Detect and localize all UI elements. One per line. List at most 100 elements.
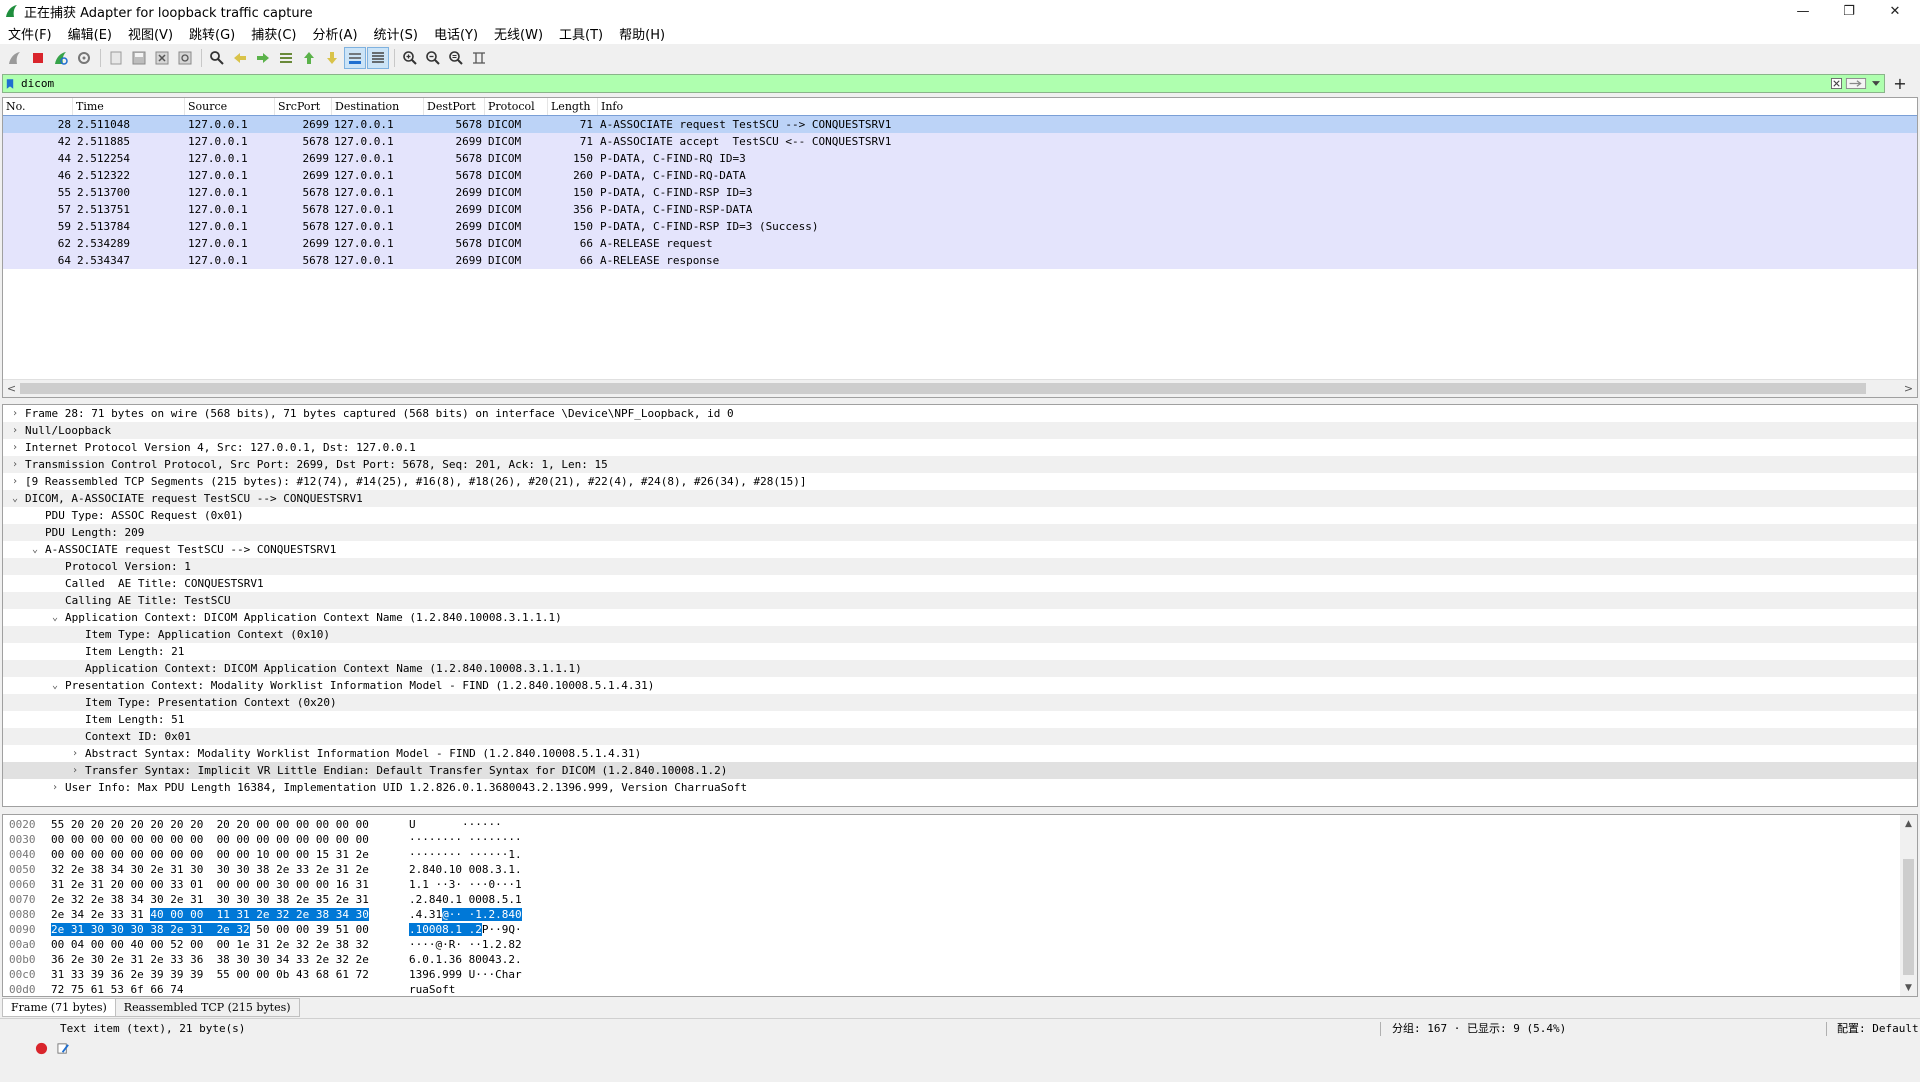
table-row[interactable]: 46 2.512322 127.0.0.1 2699 127.0.0.1 5678 DICO… (3, 167, 1917, 184)
expand-chevron-down-icon[interactable]: ⌄ (49, 609, 61, 626)
hex-bytes[interactable]: 31 2e 31 20 00 00 33 01 00 00 00 30 00 0… (51, 877, 369, 892)
close-button[interactable]: ✕ (1872, 0, 1918, 22)
auto-scroll-button[interactable] (344, 47, 366, 69)
go-back-button[interactable] (229, 47, 251, 69)
ascii-bytes[interactable]: .10008.1 .2P··9Q· (409, 922, 522, 937)
ascii-bytes[interactable]: ruaSoft (409, 982, 455, 996)
resize-columns-button[interactable] (468, 47, 490, 69)
detail-item[interactable]: › Null/Loopback (3, 422, 1917, 439)
menu-edit[interactable]: 编辑(E) (60, 24, 120, 43)
go-forward-button[interactable] (252, 47, 274, 69)
first-packet-button[interactable] (298, 47, 320, 69)
reload-file-button[interactable] (174, 47, 196, 69)
expand-chevron-right-icon[interactable]: › (49, 779, 61, 796)
menu-go[interactable]: 跳转(G) (181, 24, 243, 43)
table-row[interactable]: 62 2.534289 127.0.0.1 2699 127.0.0.1 5678 DICO… (3, 235, 1917, 252)
detail-item[interactable]: › User Info: Max PDU Length 16384, Implem… (3, 779, 1917, 796)
expand-chevron-down-icon[interactable]: ⌄ (9, 490, 21, 507)
detail-item[interactable]: Context ID: 0x01 (3, 728, 1917, 745)
ascii-bytes[interactable]: 1396.999 U···Char (409, 967, 522, 982)
restart-capture-button[interactable] (50, 47, 72, 69)
scroll-right-arrow-icon[interactable]: > (1900, 380, 1917, 397)
bytes-row[interactable]: 00c0 31 33 39 36 2e 39 39 39 55 00 00 0b … (3, 967, 1893, 982)
detail-item[interactable]: Calling AE Title: TestSCU (3, 592, 1917, 609)
display-filter-input[interactable] (17, 75, 1828, 92)
hex-bytes[interactable]: 00 00 00 00 00 00 00 00 00 00 10 00 00 1… (51, 847, 369, 862)
ascii-bytes[interactable]: 1.1 ··3· ···0···1 (409, 877, 522, 892)
table-row[interactable]: 64 2.534347 127.0.0.1 5678 127.0.0.1 2699 DICO… (3, 252, 1917, 269)
expand-chevron-right-icon[interactable]: › (69, 745, 81, 762)
menu-telephony[interactable]: 电话(Y) (426, 24, 486, 43)
table-row[interactable]: 59 2.513784 127.0.0.1 5678 127.0.0.1 2699 DICO… (3, 218, 1917, 235)
hex-bytes[interactable]: 2e 34 2e 33 31 40 00 00 11 31 2e 32 2e 3… (51, 907, 369, 922)
bytes-row[interactable]: 0060 31 2e 31 20 00 00 33 01 00 00 00 30 … (3, 877, 1893, 892)
open-file-button[interactable] (105, 47, 127, 69)
packet-list-scrollbar[interactable]: < > (3, 379, 1917, 397)
detail-item[interactable]: PDU Length: 209 (3, 524, 1917, 541)
minimize-button[interactable]: — (1780, 0, 1826, 22)
bytes-row[interactable]: 0070 2e 32 2e 38 34 30 2e 31 30 30 30 38 … (3, 892, 1893, 907)
detail-item[interactable]: › Internet Protocol Version 4, Src: 127.0… (3, 439, 1917, 456)
detail-item[interactable]: › Frame 28: 71 bytes on wire (568 bits), … (3, 405, 1917, 422)
detail-item[interactable]: Protocol Version: 1 (3, 558, 1917, 575)
detail-item[interactable]: Item Length: 51 (3, 711, 1917, 728)
bytes-row[interactable]: 0080 2e 34 2e 33 31 40 00 00 11 31 2e 32 … (3, 907, 1893, 922)
bytes-row[interactable]: 0020 55 20 20 20 20 20 20 20 20 20 00 00 … (3, 817, 1893, 832)
hex-bytes[interactable]: 36 2e 30 2e 31 2e 33 36 38 30 30 34 33 2… (51, 952, 369, 967)
scrollbar-thumb[interactable] (1903, 859, 1914, 975)
column-header-protocol[interactable]: Protocol (485, 98, 548, 115)
ascii-bytes[interactable]: ········ ······1. (409, 847, 522, 862)
detail-item[interactable]: › Abstract Syntax: Modality Worklist Info… (3, 745, 1917, 762)
scroll-left-arrow-icon[interactable]: < (3, 380, 20, 397)
expand-chevron-right-icon[interactable]: › (9, 456, 21, 473)
column-header-srcport[interactable]: SrcPort (275, 98, 332, 115)
clear-filter-icon[interactable] (1828, 76, 1844, 91)
expand-chevron-down-icon[interactable]: ⌄ (29, 541, 41, 558)
ascii-bytes[interactable]: ········ ········ (409, 832, 522, 847)
menu-help[interactable]: 帮助(H) (611, 24, 673, 43)
detail-item[interactable]: › [9 Reassembled TCP Segments (215 bytes)… (3, 473, 1917, 490)
table-row[interactable]: 44 2.512254 127.0.0.1 2699 127.0.0.1 5678 DICO… (3, 150, 1917, 167)
maximize-button[interactable]: ❐ (1826, 0, 1872, 22)
detail-item[interactable]: Item Type: Application Context (0x10) (3, 626, 1917, 643)
tab-frame-bytes[interactable]: Frame (71 bytes) (2, 998, 116, 1017)
tab-reassembled-tcp[interactable]: Reassembled TCP (215 bytes) (114, 998, 300, 1017)
scroll-down-arrow-icon[interactable]: ▼ (1900, 979, 1917, 996)
detail-item[interactable]: ⌄ A-ASSOCIATE request TestSCU --> CONQUES… (3, 541, 1917, 558)
scroll-up-arrow-icon[interactable]: ▲ (1900, 815, 1917, 832)
menu-tools[interactable]: 工具(T) (551, 24, 611, 43)
detail-item[interactable]: Item Length: 21 (3, 643, 1917, 660)
start-capture-button[interactable] (4, 47, 26, 69)
bytes-row[interactable]: 00a0 00 04 00 00 40 00 52 00 00 1e 31 2e … (3, 937, 1893, 952)
ascii-bytes[interactable]: .2.840.1 0008.5.1 (409, 892, 522, 907)
scrollbar-thumb[interactable] (20, 383, 1866, 394)
hex-bytes[interactable]: 72 75 61 53 6f 66 74 (51, 982, 183, 996)
menu-statistics[interactable]: 统计(S) (366, 24, 426, 43)
bookmark-icon[interactable] (3, 75, 17, 92)
menu-view[interactable]: 视图(V) (120, 24, 181, 43)
bytes-row[interactable]: 0040 00 00 00 00 00 00 00 00 00 00 10 00 … (3, 847, 1893, 862)
find-packet-button[interactable] (206, 47, 228, 69)
table-row[interactable]: 57 2.513751 127.0.0.1 5678 127.0.0.1 2699 DICO… (3, 201, 1917, 218)
profile-status[interactable]: 配置: Default (1837, 1019, 1919, 1039)
save-file-button[interactable] (128, 47, 150, 69)
table-row[interactable]: 28 2.511048 127.0.0.1 2699 127.0.0.1 5678 DICO… (3, 115, 1917, 134)
bytes-row[interactable]: 0090 2e 31 30 30 30 38 2e 31 2e 32 50 00 … (3, 922, 1893, 937)
detail-item[interactable]: Application Context: DICOM Application C… (3, 660, 1917, 677)
ascii-bytes[interactable]: ····@·R· ··1.2.82 (409, 937, 522, 952)
apply-filter-icon[interactable] (1844, 76, 1868, 91)
expand-chevron-right-icon[interactable]: › (69, 762, 81, 779)
hex-bytes[interactable]: 31 33 39 36 2e 39 39 39 55 00 00 0b 43 6… (51, 967, 369, 982)
menu-wireless[interactable]: 无线(W) (486, 24, 551, 43)
last-packet-button[interactable] (321, 47, 343, 69)
hex-bytes[interactable]: 00 04 00 00 40 00 52 00 00 1e 31 2e 32 2… (51, 937, 369, 952)
hex-bytes[interactable]: 32 2e 38 34 30 2e 31 30 30 30 38 2e 33 2… (51, 862, 369, 877)
filter-history-chevron-down-icon[interactable] (1868, 76, 1884, 91)
table-row[interactable]: 42 2.511885 127.0.0.1 5678 127.0.0.1 2699 DICO… (3, 133, 1917, 150)
zoom-in-button[interactable] (399, 47, 421, 69)
expand-chevron-right-icon[interactable]: › (9, 439, 21, 456)
colorize-button[interactable] (367, 47, 389, 69)
detail-item[interactable]: Called AE Title: CONQUESTSRV1 (3, 575, 1917, 592)
menu-analyze[interactable]: 分析(A) (304, 24, 365, 43)
stop-capture-button[interactable] (27, 47, 49, 69)
